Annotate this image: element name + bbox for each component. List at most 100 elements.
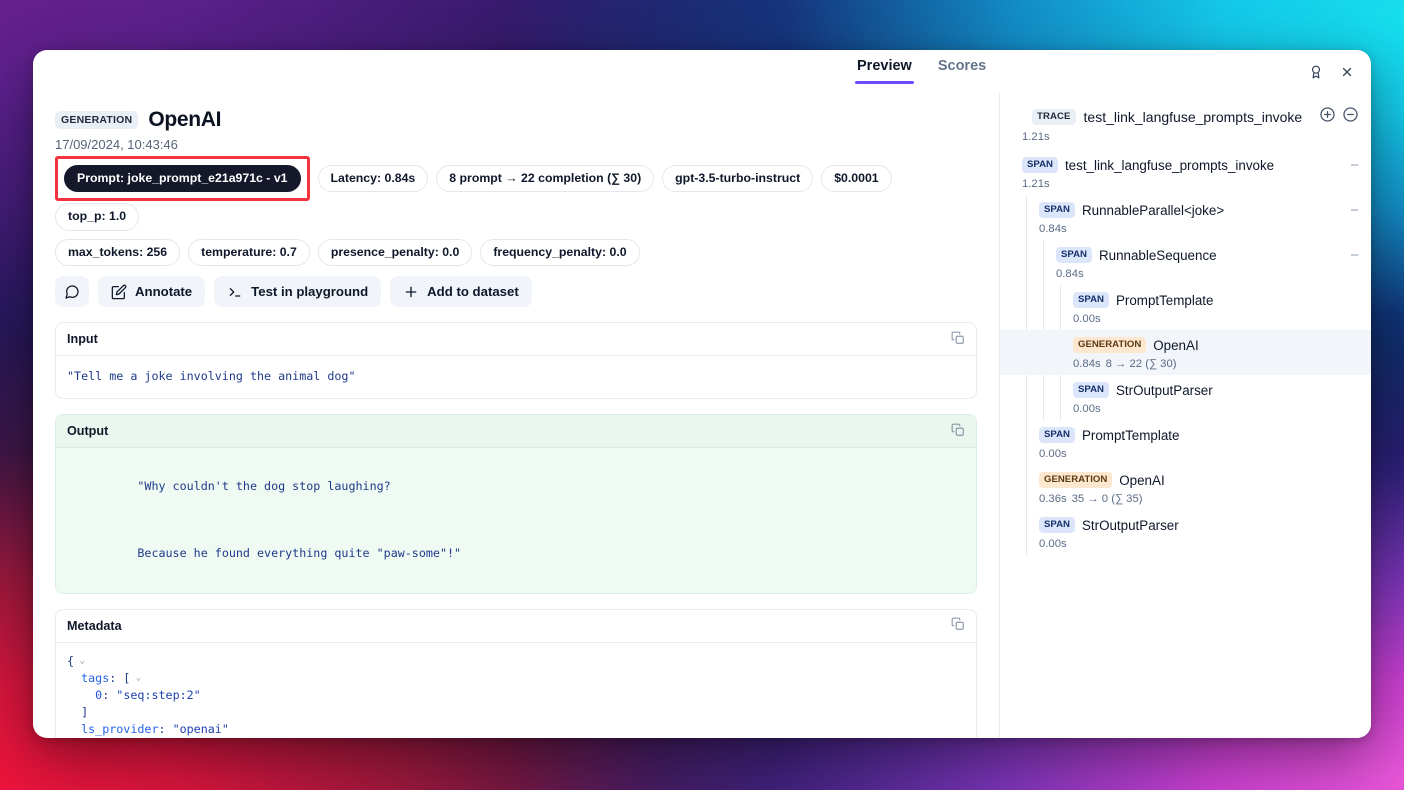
close-button[interactable]: [1333, 58, 1360, 85]
token-usage-badge: 8 prompt → 22 completion (∑ 30): [436, 165, 654, 192]
tree-node-meta: 0.00s: [1000, 446, 1371, 465]
generation-badge: GENERATION: [1073, 337, 1146, 353]
window-controls: [1302, 58, 1360, 85]
span-badge: SPAN: [1039, 517, 1075, 533]
tree-node: SPAN StrOutputParser 0.00s: [1000, 375, 1371, 420]
span-badge: SPAN: [1073, 382, 1109, 398]
presence-penalty-badge: presence_penalty: 0.0: [318, 239, 473, 266]
collapse-minus-icon[interactable]: −: [1350, 203, 1361, 218]
tree-node-meta: 0.84s: [1000, 266, 1371, 285]
badge-row-1: Prompt: joke_prompt_e21a971c - v1 Latenc…: [55, 162, 977, 231]
prompt-badge-highlight: Prompt: joke_prompt_e21a971c - v1: [55, 156, 310, 201]
metadata-panel-header: Metadata: [56, 610, 976, 643]
output-panel-header: Output: [56, 415, 976, 448]
tree-node-meta: 0.36s35 → 0 (∑ 35): [1000, 491, 1371, 510]
tree-node-name: test_link_langfuse_prompts_invoke: [1065, 158, 1343, 173]
input-panel-header: Input: [56, 323, 976, 356]
tree-node-row[interactable]: SPANRunnableSequence−: [1000, 240, 1371, 266]
tree-node: GENERATIONOpenAI0.84s8 → 22 (∑ 30): [1000, 330, 1371, 375]
generation-badge: GENERATION: [1039, 472, 1112, 488]
add-to-dataset-button[interactable]: Add to dataset: [390, 276, 532, 307]
trace-type-badge: TRACE: [1032, 109, 1076, 125]
observation-detail-panel: GENERATION OpenAI 17/09/2024, 10:43:46 P…: [33, 92, 1000, 738]
frequency-penalty-badge: frequency_penalty: 0.0: [480, 239, 639, 266]
output-text: "Why couldn't the dog stop laughing? Bec…: [56, 448, 976, 593]
cost-badge: $0.0001: [821, 165, 891, 192]
collapse-chevron-icon[interactable]: ⌄: [130, 673, 141, 683]
span-badge: SPAN: [1073, 292, 1109, 308]
tree-node-name: OpenAI: [1119, 473, 1361, 488]
tree-node-name: RunnableParallel<joke>: [1082, 203, 1343, 218]
tree-node: SPAN RunnableParallel<joke>− 0.84s: [1000, 195, 1371, 240]
action-toolbar: Annotate Test in playground: [55, 276, 977, 307]
span-badge: SPAN: [1039, 202, 1075, 218]
tree-node-name: StrOutputParser: [1116, 383, 1361, 398]
output-line-1: "Why couldn't the dog stop laughing?: [137, 479, 390, 493]
collapse-minus-icon[interactable]: −: [1350, 158, 1361, 173]
pencil-square-icon: [111, 284, 127, 300]
tree-node: SPANPromptTemplate0.00s: [1000, 420, 1371, 465]
collapse-chevron-icon[interactable]: ⌄: [74, 656, 85, 666]
observation-badges: Prompt: joke_prompt_e21a971c - v1 Latenc…: [55, 162, 977, 266]
tree-node: SPAN PromptTemplate 0.00s: [1000, 285, 1371, 330]
trace-tree-panel: TRACE test_link_langfuse_prompts_invoke: [1000, 92, 1371, 738]
observation-timestamp: 17/09/2024, 10:43:46: [55, 137, 977, 152]
tree-node-row[interactable]: SPAN RunnableParallel<joke>−: [1000, 195, 1371, 221]
tree-node-duration: 0.84s: [1039, 223, 1067, 235]
tree-node-name: OpenAI: [1153, 338, 1361, 353]
collapse-minus-icon[interactable]: −: [1350, 248, 1361, 263]
tree-node-row[interactable]: GENERATION OpenAI: [1000, 330, 1371, 356]
tree-node-duration: 0.84s: [1073, 358, 1101, 370]
tree-node-duration: 0.36s: [1039, 493, 1067, 505]
comment-button[interactable]: [55, 276, 89, 307]
prompt-link-badge[interactable]: Prompt: joke_prompt_e21a971c - v1: [64, 165, 301, 192]
latency-badge: Latency: 0.84s: [318, 165, 429, 192]
add-to-dataset-label: Add to dataset: [427, 284, 519, 299]
tree-node-row[interactable]: SPAN StrOutputParser: [1000, 375, 1371, 401]
copy-output-icon[interactable]: [951, 423, 965, 440]
metadata-json: { ⌄ tags: [ ⌄ 0: "seq:step:2" ] ls_provi…: [56, 643, 976, 738]
tree-node-duration: 0.00s: [1039, 538, 1067, 550]
terminal-icon: [227, 284, 243, 300]
trace-tree: SPANtest_link_langfuse_prompts_invoke−1.…: [1000, 150, 1371, 555]
tree-node-duration: 1.21s: [1022, 178, 1050, 190]
award-icon: [1309, 65, 1323, 79]
top-p-badge: top_p: 1.0: [55, 203, 139, 230]
tree-node-row[interactable]: SPAN PromptTemplate: [1000, 285, 1371, 311]
tree-node-row[interactable]: GENERATION OpenAI: [1000, 465, 1371, 491]
tree-node: SPANtest_link_langfuse_prompts_invoke− 1.…: [1000, 150, 1371, 195]
metadata-line: ]: [67, 704, 965, 721]
tab-scores[interactable]: Scores: [938, 59, 986, 84]
tree-node-duration: 0.00s: [1073, 403, 1101, 415]
tab-preview[interactable]: Preview: [857, 59, 912, 84]
award-button[interactable]: [1302, 58, 1329, 85]
temperature-badge: temperature: 0.7: [188, 239, 310, 266]
tree-node-tokens: 35 → 0 (∑ 35): [1067, 493, 1143, 505]
tree-node-name: PromptTemplate: [1116, 293, 1361, 308]
copy-metadata-icon[interactable]: [951, 617, 965, 634]
zoom-out-icon[interactable]: [1342, 106, 1359, 128]
tree-node: GENERATION OpenAI 0.36s35 → 0 (∑ 35): [1000, 465, 1371, 510]
trace-title[interactable]: test_link_langfuse_prompts_invoke: [1084, 109, 1311, 125]
metadata-line: 0: "seq:step:2": [67, 687, 965, 704]
tree-node-row[interactable]: SPANtest_link_langfuse_prompts_invoke−: [1000, 150, 1371, 176]
test-in-playground-button[interactable]: Test in playground: [214, 276, 381, 307]
tree-node-name: RunnableSequence: [1099, 248, 1343, 263]
tree-node-meta: 0.00s: [1000, 536, 1371, 555]
tree-node-duration: 0.84s: [1056, 268, 1084, 280]
output-line-2: Because he found everything quite "paw-s…: [137, 546, 461, 560]
tree-node-row[interactable]: SPANStrOutputParser: [1000, 510, 1371, 536]
tree-node-duration: 0.00s: [1073, 313, 1101, 325]
trace-header: TRACE test_link_langfuse_prompts_invoke: [1000, 106, 1371, 128]
tree-node: SPANRunnableSequence− 0.84s: [1000, 240, 1371, 285]
observation-modal: Preview Scores: [33, 50, 1371, 738]
tree-node-name: PromptTemplate: [1082, 428, 1361, 443]
tree-node-row[interactable]: SPANPromptTemplate: [1000, 420, 1371, 446]
annotate-button[interactable]: Annotate: [98, 276, 205, 307]
copy-input-icon[interactable]: [951, 331, 965, 348]
metadata-panel-title: Metadata: [67, 619, 122, 633]
tree-zoom-controls: [1319, 106, 1359, 128]
zoom-in-icon[interactable]: [1319, 106, 1336, 128]
output-panel: Output "Why couldn't the dog stop laughi…: [55, 414, 977, 594]
trace-duration: 1.21s: [1000, 128, 1371, 143]
